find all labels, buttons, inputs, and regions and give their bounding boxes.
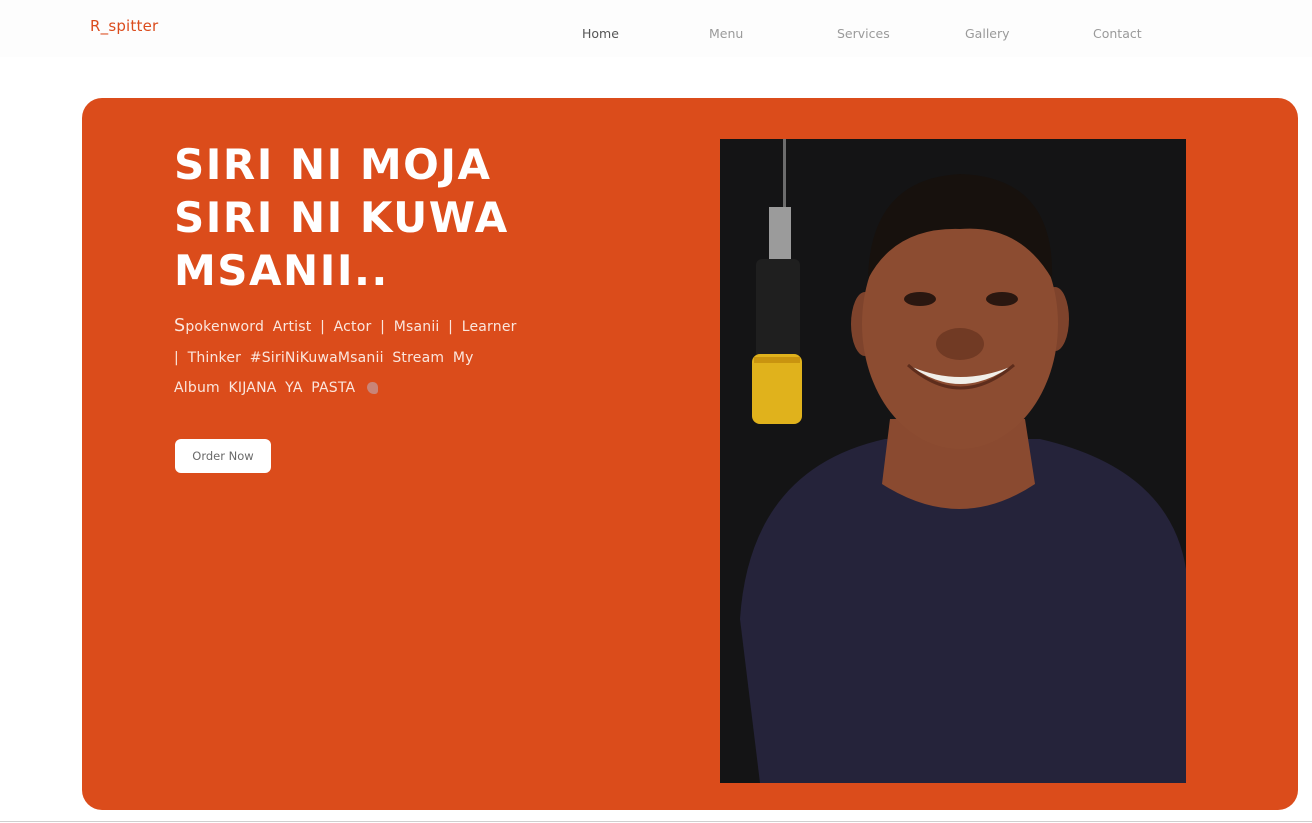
description-first-letter: S <box>174 316 186 336</box>
top-navbar: R_spitter Home Menu Services Gallery Con… <box>0 0 1312 57</box>
headline-line: SIRI NI MOJA <box>174 140 492 189</box>
nav-link-menu[interactable]: Menu <box>709 26 743 41</box>
nav-link-services[interactable]: Services <box>837 26 890 41</box>
portrait-with-microphone-icon <box>720 139 1186 783</box>
hero-section: SIRI NI MOJA SIRI NI KUWA MSANII.. Spoke… <box>82 98 1298 810</box>
nav-link-gallery[interactable]: Gallery <box>965 26 1010 41</box>
page-bottom-border <box>0 821 1312 822</box>
headline-line: SIRI NI KUWA <box>174 193 509 242</box>
brand-logo[interactable]: R_spitter <box>90 17 158 35</box>
hero-headline: SIRI NI MOJA SIRI NI KUWA MSANII.. <box>174 138 574 297</box>
pointing-down-hand-icon <box>367 382 378 394</box>
description-text: pokenword Artist | Actor | Msanii | Lear… <box>174 319 517 396</box>
artist-photo <box>720 139 1186 783</box>
nav-link-contact[interactable]: Contact <box>1093 26 1142 41</box>
nav-link-home[interactable]: Home <box>582 26 619 41</box>
headline-line: MSANII.. <box>174 246 389 295</box>
order-now-button[interactable]: Order Now <box>175 439 271 473</box>
hero-description: Spokenword Artist | Actor | Msanii | Lea… <box>174 311 524 404</box>
